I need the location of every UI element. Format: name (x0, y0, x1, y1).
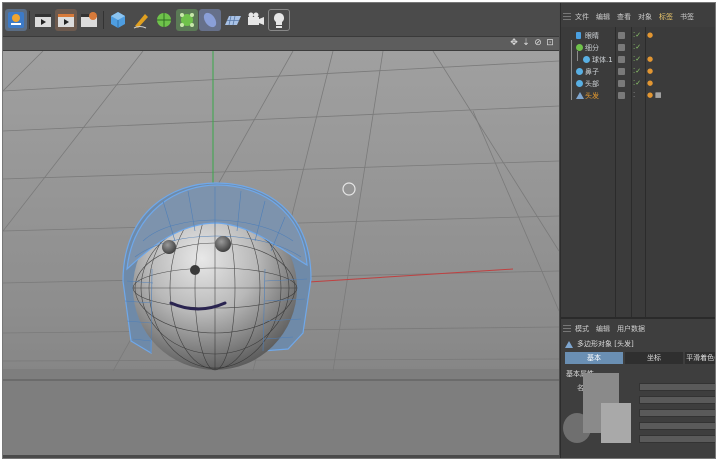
object-name: 头部 (585, 80, 599, 88)
color-field[interactable] (639, 435, 715, 443)
object-row-selected[interactable]: 头发 ⁚ ● ▦ (561, 90, 715, 102)
sphere-object-icon (576, 68, 583, 75)
subdivision-object-icon (576, 44, 583, 51)
polygon-object-icon (576, 92, 584, 99)
visibility-check-icon[interactable]: ⁚✓ (633, 43, 641, 51)
menu-edit[interactable]: 编辑 (596, 324, 610, 334)
editor-visible-field[interactable] (639, 409, 715, 417)
move-view-icon[interactable]: ✥ (509, 38, 519, 49)
null-object-icon (576, 32, 581, 39)
panel-grip-icon[interactable] (563, 13, 571, 21)
object-row[interactable]: 眼睛 ⁚✓ ● (561, 30, 715, 42)
object-name: 眼睛 (585, 32, 599, 40)
3d-viewport[interactable] (3, 51, 559, 455)
render-settings-icon[interactable] (78, 9, 100, 31)
polygon-object-icon (565, 340, 573, 348)
menu-objects[interactable]: 对象 (638, 12, 652, 22)
object-name: 鼻子 (585, 68, 599, 76)
menu-bookmarks[interactable]: 书签 (680, 12, 694, 22)
layer-box[interactable] (618, 80, 625, 87)
light-icon[interactable] (268, 9, 290, 31)
layer-box[interactable] (618, 56, 625, 63)
main-toolbar (3, 3, 559, 37)
layer-box[interactable] (618, 92, 625, 99)
menu-view[interactable]: 查看 (617, 12, 631, 22)
array-icon[interactable] (176, 9, 198, 31)
deformer-icon[interactable] (199, 9, 221, 31)
name-field[interactable] (639, 383, 715, 391)
cube-icon[interactable] (107, 9, 129, 31)
subdivision-icon[interactable] (153, 9, 175, 31)
right-panel: 文件 编辑 查看 对象 标签 书签 眼睛 ⁚✓ ● 细分 ⁚✓ 球体.1 ⁚✓ … (560, 3, 715, 458)
object-row[interactable]: 鼻子 ⁚✓ ● (561, 66, 715, 78)
viewport-nav-icons: ✥ ⇣ ⊘ ⊡ (509, 38, 555, 49)
attribute-title: 多边形对象 [头发] (565, 339, 634, 349)
rotate-view-icon[interactable]: ⊘ (533, 38, 543, 49)
material-tag-icon[interactable]: ● (647, 31, 653, 39)
subtab-coord[interactable]: 坐标 (625, 352, 683, 364)
object-manager-menu: 文件 编辑 查看 对象 标签 书签 (561, 11, 715, 23)
menu-file[interactable]: 文件 (575, 12, 589, 22)
head-model[interactable] (122, 182, 312, 371)
dolly-view-icon[interactable]: ⇣ (521, 38, 531, 49)
render-visible-field[interactable] (639, 422, 715, 430)
material-tag-icon[interactable]: ● (647, 67, 653, 75)
visibility-check-icon[interactable]: ⁚✓ (633, 55, 641, 63)
visibility-check-icon[interactable]: ⁚✓ (633, 31, 641, 39)
sphere-object-icon (583, 56, 590, 63)
menu-user-data[interactable]: 用户数据 (617, 324, 645, 334)
panel-grip-icon[interactable] (563, 325, 571, 333)
visibility-dots-icon[interactable]: ⁚ (633, 91, 635, 99)
render-picture-viewer-icon[interactable] (55, 9, 77, 31)
object-row[interactable]: 球体.1 ⁚✓ ● (561, 54, 715, 66)
subtab-phong[interactable]: 平滑着色( (685, 352, 715, 364)
material-tag-icon[interactable]: ● (647, 79, 653, 87)
viewport-scene (3, 51, 559, 455)
camera-icon[interactable] (245, 9, 267, 31)
subtab-basic[interactable]: 基本 (565, 352, 623, 364)
object-name: 球体.1 (592, 56, 613, 64)
material-tag-icon[interactable]: ● (647, 55, 653, 63)
material-tag-icon[interactable]: ● (647, 91, 653, 99)
object-name: 细分 (585, 44, 599, 52)
viewport-header: ✥ ⇣ ⊘ ⊡ (3, 37, 559, 51)
maximize-view-icon[interactable]: ⊡ (545, 38, 555, 49)
attribute-manager-menu: 模式 编辑 用户数据 (561, 323, 715, 335)
menu-mode[interactable]: 模式 (575, 324, 589, 334)
object-row[interactable]: 细分 ⁚✓ (561, 42, 715, 54)
menu-tags[interactable]: 标签 (659, 12, 673, 22)
render-view-icon[interactable] (32, 9, 54, 31)
layer-box[interactable] (618, 68, 625, 75)
layer-field[interactable] (639, 396, 715, 404)
undo-icon[interactable] (5, 9, 27, 31)
sphere-object-icon (576, 80, 583, 87)
mosaic-block (601, 403, 631, 443)
floor-icon[interactable] (222, 9, 244, 31)
attribute-subtabs: 基本 坐标 平滑着色( (565, 352, 715, 364)
pen-icon[interactable] (130, 9, 152, 31)
layer-box[interactable] (618, 44, 625, 51)
checker-tag-icon[interactable]: ▦ (655, 91, 662, 99)
layer-box[interactable] (618, 32, 625, 39)
menu-edit[interactable]: 编辑 (596, 12, 610, 22)
app-window: ✥ ⇣ ⊘ ⊡ 文件 编辑 查看 对象 标签 书签 眼睛 ⁚✓ ● 细分 ⁚✓ … (2, 2, 716, 459)
visibility-check-icon[interactable]: ⁚✓ (633, 79, 641, 87)
visibility-check-icon[interactable]: ⁚✓ (633, 67, 641, 75)
object-name: 头发 (585, 92, 599, 100)
object-row[interactable]: 头部 ⁚✓ ● (561, 78, 715, 90)
